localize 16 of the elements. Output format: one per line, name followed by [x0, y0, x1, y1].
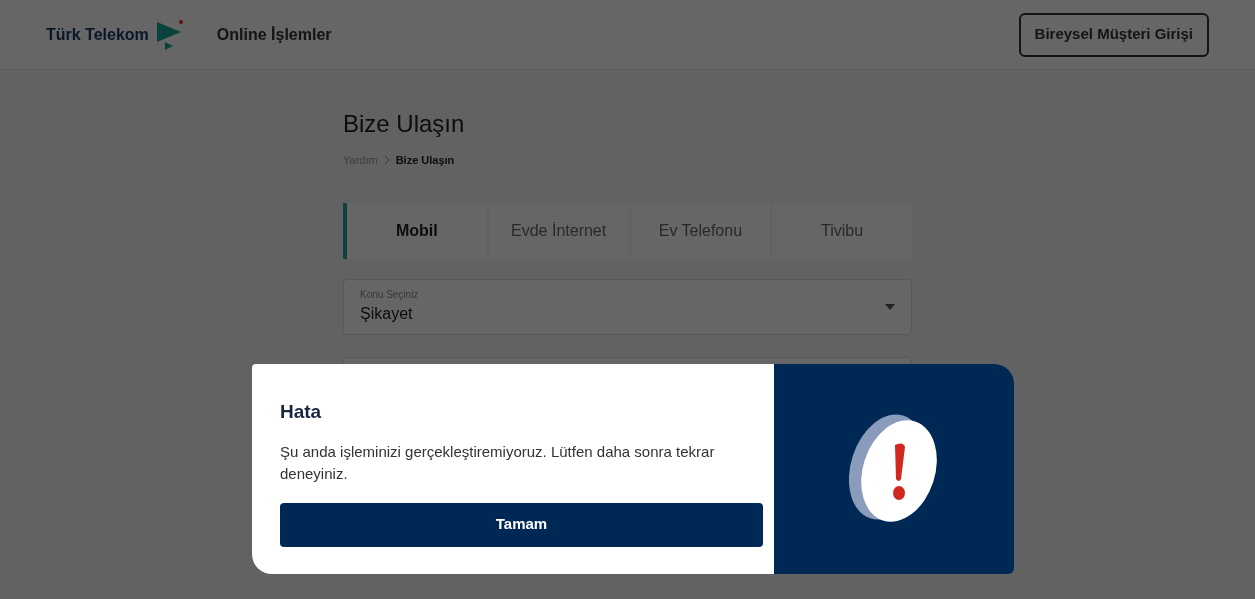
page-title: Bize Ulaşın	[343, 109, 466, 139]
category-tab[interactable]: Evde İnternet	[488, 202, 629, 259]
dialog-title: Hata	[280, 400, 323, 424]
brand-logo[interactable]: Türk Telekom	[46, 17, 187, 52]
category-tab[interactable]: Ev Telefonu	[630, 202, 771, 259]
warning-icon	[849, 413, 939, 525]
online-services-link[interactable]: Online İşlemler	[216, 22, 332, 47]
category-tab[interactable]: Mobil	[343, 202, 487, 259]
dropdown-caret-icon	[885, 303, 895, 310]
chevron-icon	[383, 156, 390, 165]
category-tab[interactable]: Tivibu	[772, 202, 912, 259]
select-value: Şikayet	[360, 304, 414, 324]
dialog-message: Şu anda işleminizi gerçekleştiremiyoruz. Lütfen daha sonra tekrar deneyiniz.	[280, 441, 716, 484]
breadcrumb-item: Bize Ulaşın	[395, 153, 455, 168]
ok-button[interactable]: Tamam	[280, 502, 763, 547]
login-button[interactable]: Bireysel Müşteri Girişi	[1018, 12, 1209, 57]
